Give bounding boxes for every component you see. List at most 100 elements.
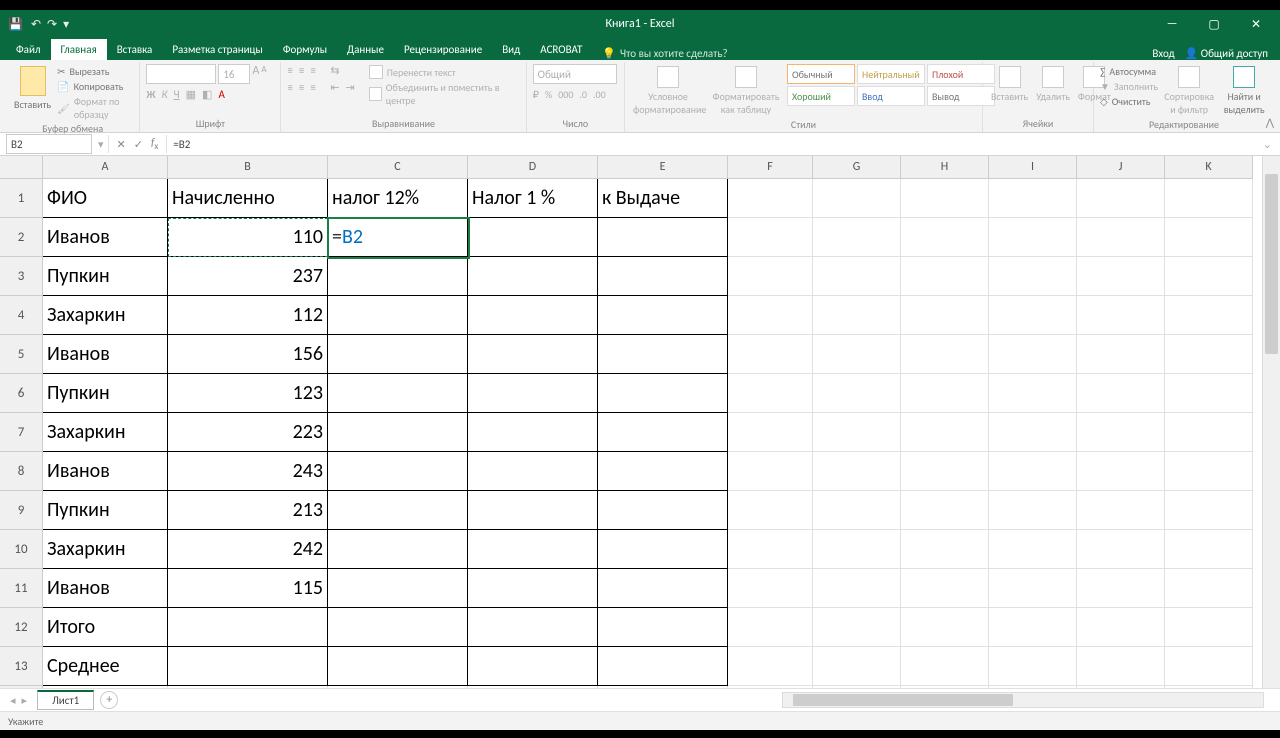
tab-data[interactable]: Данные: [337, 39, 394, 60]
row-header-10[interactable]: 10: [0, 530, 43, 569]
column-header-C[interactable]: C: [328, 156, 468, 179]
restore-button[interactable]: ▢: [1194, 10, 1234, 38]
vertical-scrollbar[interactable]: [1262, 156, 1280, 688]
cell-I13[interactable]: [989, 647, 1077, 686]
cell-C14[interactable]: [328, 686, 468, 689]
qat-dropdown-icon[interactable]: ▾: [63, 17, 69, 32]
cell-K6[interactable]: [1165, 374, 1253, 413]
cell-F2[interactable]: [728, 218, 813, 257]
cell-F1[interactable]: [728, 179, 813, 218]
merge-center-button[interactable]: Объединить и поместить в центре: [369, 80, 520, 108]
cell-D4[interactable]: [468, 296, 598, 335]
sheet-nav-prev-icon[interactable]: ◂: [10, 694, 16, 707]
cell-G4[interactable]: [813, 296, 901, 335]
cell-J7[interactable]: [1077, 413, 1165, 452]
cell-G10[interactable]: [813, 530, 901, 569]
tab-review[interactable]: Рецензирование: [394, 39, 492, 60]
cell-D5[interactable]: [468, 335, 598, 374]
cell-D8[interactable]: [468, 452, 598, 491]
cell-J2[interactable]: [1077, 218, 1165, 257]
increase-decimal-icon[interactable]: .0: [579, 88, 587, 101]
cell-J6[interactable]: [1077, 374, 1165, 413]
column-header-J[interactable]: J: [1077, 156, 1165, 179]
column-header-K[interactable]: K: [1165, 156, 1253, 179]
cell-C8[interactable]: [328, 452, 468, 491]
cell-G14[interactable]: [813, 686, 901, 689]
cell-B8[interactable]: 243: [168, 452, 328, 491]
redo-icon[interactable]: ↷: [47, 17, 57, 32]
cell-E2[interactable]: [598, 218, 728, 257]
cell-A14[interactable]: [43, 686, 168, 689]
cell-C12[interactable]: [328, 608, 468, 647]
cell-I9[interactable]: [989, 491, 1077, 530]
cell-E5[interactable]: [598, 335, 728, 374]
row-header-8[interactable]: 8: [0, 452, 43, 491]
find-select-button[interactable]: Найти и выделить: [1220, 64, 1268, 118]
cell-H2[interactable]: [901, 218, 989, 257]
cell-B12[interactable]: [168, 608, 328, 647]
cut-button[interactable]: ✂Вырезать: [57, 64, 133, 79]
cell-E10[interactable]: [598, 530, 728, 569]
cell-D14[interactable]: [468, 686, 598, 689]
login-link[interactable]: Вход: [1152, 47, 1174, 60]
cell-K14[interactable]: [1165, 686, 1253, 689]
cell-D12[interactable]: [468, 608, 598, 647]
tab-file[interactable]: Файл: [6, 39, 51, 60]
cell-J1[interactable]: [1077, 179, 1165, 218]
sheet-tab[interactable]: Лист1: [37, 690, 94, 710]
row-header-2[interactable]: 2: [0, 218, 43, 257]
row-header-4[interactable]: 4: [0, 296, 43, 335]
cell-C3[interactable]: [328, 257, 468, 296]
cell-A3[interactable]: Пупкин: [43, 257, 168, 296]
cell-F7[interactable]: [728, 413, 813, 452]
cell-C11[interactable]: [328, 569, 468, 608]
cell-J3[interactable]: [1077, 257, 1165, 296]
clear-button[interactable]: ◇Очистить: [1100, 94, 1158, 109]
cell-F11[interactable]: [728, 569, 813, 608]
cell-F3[interactable]: [728, 257, 813, 296]
cell-H1[interactable]: [901, 179, 989, 218]
cell-E8[interactable]: [598, 452, 728, 491]
cell-J5[interactable]: [1077, 335, 1165, 374]
tab-acrobat[interactable]: ACROBAT: [530, 39, 592, 60]
row-header-5[interactable]: 5: [0, 335, 43, 374]
cell-A8[interactable]: Иванов: [43, 452, 168, 491]
thousands-icon[interactable]: 000: [558, 88, 573, 101]
cell-K13[interactable]: [1165, 647, 1253, 686]
underline-button[interactable]: Ч: [174, 88, 180, 101]
cell-J10[interactable]: [1077, 530, 1165, 569]
cell-style-normal[interactable]: Обычный: [787, 64, 855, 84]
cell-C9[interactable]: [328, 491, 468, 530]
row-header-1[interactable]: 1: [0, 179, 43, 218]
cell-G5[interactable]: [813, 335, 901, 374]
cell-K5[interactable]: [1165, 335, 1253, 374]
cell-J9[interactable]: [1077, 491, 1165, 530]
paste-button[interactable]: Вставить: [12, 64, 53, 113]
cell-J11[interactable]: [1077, 569, 1165, 608]
cell-K3[interactable]: [1165, 257, 1253, 296]
cell-A4[interactable]: Захаркин: [43, 296, 168, 335]
cell-D7[interactable]: [468, 413, 598, 452]
cell-H10[interactable]: [901, 530, 989, 569]
fill-color-button[interactable]: ◧: [202, 88, 212, 101]
column-header-G[interactable]: G: [813, 156, 901, 179]
cell-C10[interactable]: [328, 530, 468, 569]
number-format-combo[interactable]: Общий: [533, 64, 617, 84]
cell-G3[interactable]: [813, 257, 901, 296]
column-header-F[interactable]: F: [728, 156, 813, 179]
cell-B4[interactable]: 112: [168, 296, 328, 335]
cell-F14[interactable]: [728, 686, 813, 689]
cell-I10[interactable]: [989, 530, 1077, 569]
cell-K11[interactable]: [1165, 569, 1253, 608]
wrap-text-button[interactable]: Перенести текст: [369, 64, 520, 80]
cell-D13[interactable]: [468, 647, 598, 686]
cell-F13[interactable]: [728, 647, 813, 686]
cell-I1[interactable]: [989, 179, 1077, 218]
cell-E9[interactable]: [598, 491, 728, 530]
cell-A9[interactable]: Пупкин: [43, 491, 168, 530]
cell-F10[interactable]: [728, 530, 813, 569]
cell-J14[interactable]: [1077, 686, 1165, 689]
cell-B5[interactable]: 156: [168, 335, 328, 374]
italic-button[interactable]: К: [162, 88, 168, 101]
cell-I3[interactable]: [989, 257, 1077, 296]
